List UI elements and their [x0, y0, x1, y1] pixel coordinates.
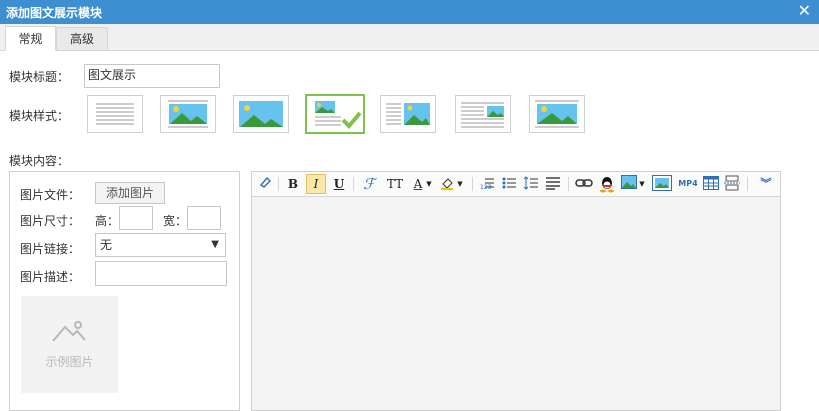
image-link-select[interactable]: 无 ▼: [95, 233, 226, 257]
rich-text-editor[interactable]: [251, 171, 781, 411]
check-icon: [341, 111, 362, 129]
layout-image-left-icon: [535, 100, 579, 128]
font-color-button[interactable]: A: [410, 175, 426, 193]
insert-image-dropdown-icon[interactable]: ▼: [638, 175, 646, 193]
font-color-dropdown-icon[interactable]: ▼: [425, 175, 433, 193]
height-input[interactable]: [119, 206, 153, 230]
module-title-label: 模块标题：: [9, 70, 70, 84]
eraser-icon[interactable]: [257, 175, 273, 193]
layout-text-image-right-icon: [461, 102, 504, 128]
width-label: 宽：: [163, 214, 188, 228]
sample-image-placeholder: 示例图片: [21, 296, 118, 393]
toolbar-separator: [747, 177, 748, 191]
page-break-icon[interactable]: [723, 175, 741, 193]
tab-bar: 常规 高级: [0, 24, 819, 51]
editor-toolbar: B I U ℱ TT A ▼ ▼ 123 ▼ MP4 ︾: [252, 172, 780, 197]
height-label: 高：: [95, 214, 120, 228]
module-style-label: 模块样式：: [9, 109, 70, 123]
dialog-titlebar: 添加图文展示模块 ✕: [0, 0, 819, 24]
style-option-image-left-text[interactable]: [529, 95, 585, 133]
expand-toolbar-icon[interactable]: ︾: [757, 175, 775, 193]
sample-image-caption: 示例图片: [45, 355, 94, 369]
toolbar-separator: [568, 177, 569, 191]
dropdown-arrow-icon: ▼: [211, 239, 219, 250]
ordered-list-icon[interactable]: 123: [478, 175, 496, 193]
underline-button[interactable]: U: [330, 175, 348, 193]
layout-text-left-icon: [386, 103, 430, 125]
module-title-input[interactable]: 图文展示: [84, 64, 220, 88]
style-option-text-image-right[interactable]: [455, 95, 511, 133]
layout-image-top-icon: [168, 100, 208, 128]
style-option-image-only[interactable]: [233, 95, 289, 133]
tab-advanced[interactable]: 高级: [56, 27, 108, 50]
image-file-label: 图片文件：: [20, 188, 81, 202]
width-input[interactable]: [187, 206, 221, 230]
toolbar-separator: [353, 177, 354, 191]
add-image-button[interactable]: 添加图片: [95, 182, 165, 204]
bold-button[interactable]: B: [284, 175, 302, 193]
layout-image-only-icon: [239, 101, 283, 127]
highlight-dropdown-icon[interactable]: ▼: [456, 175, 464, 193]
module-content-label: 模块内容：: [9, 154, 70, 168]
font-family-icon[interactable]: ℱ: [359, 175, 379, 193]
highlight-color-icon[interactable]: [438, 175, 456, 193]
insert-video-button[interactable]: MP4: [676, 175, 700, 193]
link-icon[interactable]: [574, 175, 594, 193]
layout-selected-icon: [315, 101, 362, 129]
align-justify-icon[interactable]: [544, 175, 562, 193]
style-option-image-top[interactable]: [160, 95, 216, 133]
image-desc-input[interactable]: [95, 261, 227, 286]
style-option-text[interactable]: [87, 95, 143, 133]
table-icon[interactable]: [702, 175, 720, 193]
image-link-value: 无: [100, 238, 113, 252]
unordered-list-icon[interactable]: [500, 175, 518, 193]
style-option-text-image-selected[interactable]: [305, 94, 365, 134]
image-size-label: 图片尺寸：: [20, 214, 81, 228]
tab-general[interactable]: 常规: [5, 26, 56, 51]
toolbar-separator: [278, 177, 279, 191]
layout-text-icon: [96, 103, 134, 125]
style-option-text-left-image[interactable]: [380, 95, 436, 133]
image-placeholder-icon: [52, 321, 86, 342]
insert-image-icon[interactable]: [620, 175, 638, 193]
svg-text:123: 123: [480, 184, 492, 191]
qq-icon[interactable]: [598, 175, 616, 193]
line-height-icon[interactable]: [522, 175, 540, 193]
dialog-title: 添加图文展示模块: [6, 6, 103, 20]
toolbar-separator: [472, 177, 473, 191]
italic-button[interactable]: I: [306, 174, 326, 194]
image-desc-label: 图片描述：: [20, 270, 81, 284]
font-size-button[interactable]: TT: [384, 175, 406, 193]
multi-image-icon[interactable]: [651, 175, 673, 193]
close-icon[interactable]: ✕: [798, 1, 811, 20]
image-link-label: 图片链接：: [20, 242, 81, 256]
